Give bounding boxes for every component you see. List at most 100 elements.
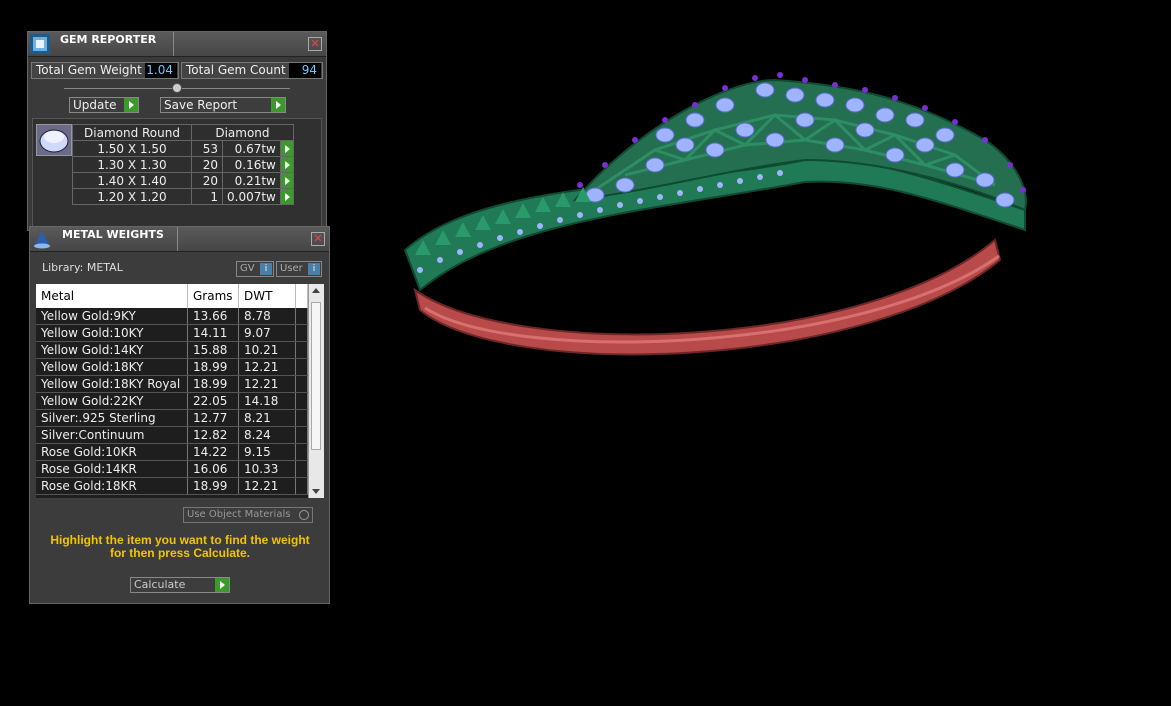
table-row[interactable]: Rose Gold:18KR 18.99 12.21 — [36, 477, 308, 495]
gem-size: 1.20 X 1.20 — [72, 188, 192, 205]
table-row[interactable]: Yellow Gold:18KY Royal 18.99 12.21 — [36, 375, 308, 393]
total-gem-weight-field: Total Gem Weight 1.04 — [31, 62, 179, 79]
gem-count: 1 — [191, 188, 223, 205]
scale-icon — [34, 231, 50, 249]
metal-dwt: 8.24 — [238, 426, 296, 444]
metal-name: Yellow Gold:14KY — [36, 341, 188, 359]
grams-header[interactable]: Grams — [187, 284, 239, 308]
gv-button[interactable]: GV i — [236, 261, 274, 277]
row-spacer — [295, 443, 308, 461]
gem-count: 20 — [191, 172, 223, 189]
use-object-materials-label: Use Object Materials — [187, 509, 291, 520]
play-icon[interactable] — [279, 172, 294, 189]
metal-grams: 12.82 — [187, 426, 239, 444]
metal-name: Yellow Gold:9KY — [36, 308, 188, 325]
close-icon[interactable]: ✕ — [311, 232, 325, 246]
size-slider-handle[interactable] — [172, 83, 182, 93]
gem-size: 1.40 X 1.40 — [72, 172, 192, 189]
metal-name: Yellow Gold:10KY — [36, 324, 188, 342]
gem-row[interactable]: 1.30 X 1.30 20 0.16tw — [72, 156, 294, 173]
play-icon[interactable] — [279, 188, 294, 205]
metal-name: Rose Gold:10KR — [36, 443, 188, 461]
extra-header — [295, 284, 308, 308]
user-button-label: User — [280, 263, 303, 274]
hint-line-2: for then press Calculate. — [109, 546, 251, 560]
metal-grams: 15.88 — [187, 341, 239, 359]
metal-grams: 18.99 — [187, 477, 239, 495]
scroll-up-icon[interactable] — [312, 288, 320, 293]
gem-row[interactable]: 1.40 X 1.40 20 0.21tw — [72, 172, 294, 189]
gem-header-stone: Diamond — [191, 124, 294, 141]
table-row[interactable]: Yellow Gold:10KY 14.11 9.07 — [36, 324, 308, 342]
metal-grams: 16.06 — [187, 460, 239, 478]
info-icon: i — [260, 263, 272, 275]
play-icon — [271, 98, 285, 112]
update-button-label: Update — [73, 98, 117, 112]
metal-name: Yellow Gold:18KY — [36, 358, 188, 376]
metal-dwt: 12.21 — [238, 358, 296, 376]
table-row[interactable]: Yellow Gold:9KY 13.66 8.78 — [36, 308, 308, 325]
metal-name: Rose Gold:14KR — [36, 460, 188, 478]
row-spacer — [295, 426, 308, 444]
metal-weights-titlebar[interactable]: METAL WEIGHTS ✕ — [30, 227, 329, 252]
calculate-hint: Highlight the item you want to find the … — [34, 534, 326, 560]
metal-name: Rose Gold:18KR — [36, 477, 188, 495]
row-spacer — [295, 341, 308, 359]
bangle-3d-render[interactable] — [395, 60, 1035, 360]
close-icon[interactable]: ✕ — [308, 37, 322, 51]
calculate-button[interactable]: Calculate — [130, 577, 230, 593]
total-gem-count-value: 94 — [289, 63, 321, 78]
metal-table-header: Metal Grams DWT — [36, 284, 308, 308]
table-row[interactable]: Rose Gold:14KR 16.06 10.33 — [36, 460, 308, 478]
dwt-header[interactable]: DWT — [238, 284, 296, 308]
metal-grams: 18.99 — [187, 375, 239, 393]
metal-name: Yellow Gold:18KY Royal — [36, 375, 188, 393]
update-button[interactable]: Update — [69, 97, 139, 113]
table-row[interactable]: Silver:.925 Sterling 12.77 8.21 — [36, 409, 308, 427]
gem-row[interactable]: 1.20 X 1.20 1 0.007tw — [72, 188, 294, 205]
gv-button-label: GV — [240, 263, 255, 274]
table-row[interactable]: Rose Gold:10KR 14.22 9.15 — [36, 443, 308, 461]
metal-grams: 22.05 — [187, 392, 239, 410]
save-report-button-label: Save Report — [164, 98, 238, 112]
radio-icon[interactable] — [299, 510, 309, 520]
play-icon[interactable] — [279, 140, 294, 157]
scroll-thumb[interactable] — [311, 302, 321, 450]
metal-grams: 13.66 — [187, 308, 239, 325]
row-spacer — [295, 324, 308, 342]
metal-grams: 18.99 — [187, 358, 239, 376]
gem-weight: 0.007tw — [222, 188, 281, 205]
metal-table-wrapper: Metal Grams DWT Yellow Gold:9KY 13.66 8.78… — [36, 284, 308, 498]
user-button[interactable]: User i — [276, 261, 322, 277]
table-row[interactable]: Silver:Continuum 12.82 8.24 — [36, 426, 308, 444]
play-icon[interactable] — [279, 156, 294, 173]
metal-dwt: 9.15 — [238, 443, 296, 461]
scroll-down-icon[interactable] — [312, 489, 320, 494]
table-row[interactable]: Yellow Gold:18KY 18.99 12.21 — [36, 358, 308, 376]
gem-shape-icon[interactable] — [36, 124, 72, 156]
gem-reporter-titlebar[interactable]: GEM REPORTER ✕ — [28, 32, 326, 57]
gem-weight: 0.16tw — [222, 156, 281, 173]
table-row[interactable]: Yellow Gold:14KY 15.88 10.21 — [36, 341, 308, 359]
play-icon — [215, 578, 229, 592]
metal-table-scrollbar[interactable] — [308, 284, 324, 498]
gem-header-shape: Diamond Round — [72, 124, 192, 141]
table-row[interactable]: Yellow Gold:22KY 22.05 14.18 — [36, 392, 308, 410]
gem-table: Diamond Round Diamond 1.50 X 1.50 53 0.6… — [72, 124, 294, 205]
gem-weight: 0.21tw — [222, 172, 281, 189]
metal-name: Yellow Gold:22KY — [36, 392, 188, 410]
metal-dwt: 9.07 — [238, 324, 296, 342]
gem-row[interactable]: 1.50 X 1.50 53 0.67tw — [72, 140, 294, 157]
gem-count: 20 — [191, 156, 223, 173]
metal-grams: 14.22 — [187, 443, 239, 461]
row-spacer — [295, 460, 308, 478]
row-spacer — [295, 308, 308, 325]
save-report-button[interactable]: Save Report — [160, 97, 286, 113]
metal-header[interactable]: Metal — [36, 284, 188, 308]
total-gem-count-label: Total Gem Count — [186, 63, 286, 77]
use-object-materials-toggle[interactable]: Use Object Materials — [183, 507, 313, 523]
metal-dwt: 10.33 — [238, 460, 296, 478]
metal-name: Silver:Continuum — [36, 426, 188, 444]
total-gem-weight-label: Total Gem Weight — [36, 63, 142, 77]
gem-weight: 0.67tw — [222, 140, 281, 157]
